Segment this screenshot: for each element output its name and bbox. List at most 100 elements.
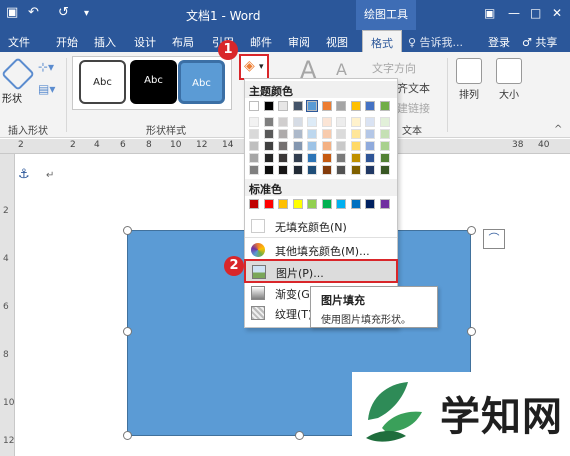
tab-file[interactable]: 文件 (8, 34, 30, 50)
color-swatch[interactable] (379, 117, 390, 127)
resize-handle[interactable] (123, 327, 132, 336)
color-swatch[interactable] (307, 165, 317, 175)
tab-format[interactable]: 格式 (362, 30, 402, 52)
color-swatch[interactable] (263, 165, 274, 175)
no-fill-item[interactable]: 无填充颜色(N) (245, 216, 397, 236)
color-swatch[interactable] (249, 153, 259, 163)
color-swatch[interactable] (249, 141, 259, 151)
text-direction-button[interactable]: 文字方向 (372, 60, 416, 76)
color-swatch[interactable] (350, 141, 361, 151)
tab-layout[interactable]: 布局 (172, 34, 194, 50)
color-swatch[interactable] (306, 100, 318, 112)
color-swatch[interactable] (321, 199, 332, 209)
tab-review[interactable]: 审阅 (288, 34, 310, 50)
color-swatch[interactable] (307, 141, 317, 151)
wordart-a-small[interactable]: A (336, 60, 347, 79)
color-swatch[interactable] (321, 101, 332, 111)
color-swatch[interactable] (336, 129, 346, 139)
share-button[interactable]: ♂ 共享 (522, 34, 557, 50)
color-swatch[interactable] (336, 141, 346, 151)
color-swatch[interactable] (379, 199, 390, 209)
color-swatch[interactable] (278, 101, 288, 111)
tab-design[interactable]: 设计 (134, 34, 156, 50)
layout-options-icon[interactable]: ⌒ (483, 229, 505, 249)
color-swatch[interactable] (263, 117, 274, 127)
color-swatch[interactable] (379, 141, 390, 151)
color-swatch[interactable] (365, 129, 375, 139)
color-swatch[interactable] (379, 129, 390, 139)
color-swatch[interactable] (263, 199, 274, 209)
color-swatch[interactable] (292, 165, 303, 175)
color-swatch[interactable] (365, 165, 375, 175)
color-swatch[interactable] (263, 129, 274, 139)
color-swatch[interactable] (263, 141, 274, 151)
size-button[interactable]: 大小 (496, 58, 522, 101)
tab-mailings[interactable]: 邮件 (250, 34, 272, 50)
ribbon-display-icon[interactable]: ▣ (484, 6, 495, 20)
color-swatch[interactable] (292, 129, 303, 139)
color-swatch[interactable] (321, 153, 332, 163)
resize-handle[interactable] (295, 431, 304, 440)
edit-points-icon[interactable]: ⊹▾ (38, 60, 54, 74)
color-swatch[interactable] (321, 117, 332, 127)
color-swatch[interactable] (336, 101, 346, 111)
color-swatch[interactable] (336, 117, 346, 127)
color-swatch[interactable] (249, 117, 259, 127)
maximize-icon[interactable]: □ (530, 6, 541, 20)
color-swatch[interactable] (278, 141, 288, 151)
color-swatch[interactable] (365, 141, 375, 151)
color-swatch[interactable] (350, 101, 361, 111)
color-swatch[interactable] (249, 165, 259, 175)
resize-handle[interactable] (467, 226, 476, 235)
color-swatch[interactable] (379, 101, 390, 111)
color-swatch[interactable] (249, 199, 259, 209)
tab-insert[interactable]: 插入 (94, 34, 116, 50)
color-swatch[interactable] (278, 199, 288, 209)
redo-icon[interactable]: ↺ (58, 5, 69, 20)
color-swatch[interactable] (321, 165, 332, 175)
create-link-button[interactable]: 建链接 (397, 100, 430, 116)
color-swatch[interactable] (292, 117, 303, 127)
style-sample-white[interactable]: Abc (79, 60, 126, 104)
color-swatch[interactable] (307, 117, 317, 127)
color-swatch[interactable] (365, 153, 375, 163)
more-fill-colors-item[interactable]: 其他填充颜色(M)... (245, 240, 397, 260)
text-box-icon[interactable]: ▤▾ (38, 82, 55, 96)
style-sample-black[interactable]: Abc (130, 60, 177, 104)
color-swatch[interactable] (379, 165, 390, 175)
color-swatch[interactable] (336, 165, 346, 175)
color-swatch[interactable] (292, 141, 303, 151)
color-swatch[interactable] (307, 129, 317, 139)
color-swatch[interactable] (249, 129, 259, 139)
tab-home[interactable]: 开始 (56, 34, 78, 50)
color-swatch[interactable] (350, 129, 361, 139)
shape-fill-button[interactable]: ◈ ▾ (239, 54, 269, 80)
color-swatch[interactable] (365, 101, 375, 111)
customize-toolbar-icon[interactable]: ▾ (84, 8, 89, 19)
color-swatch[interactable] (321, 129, 332, 139)
color-swatch[interactable] (365, 117, 375, 127)
color-swatch[interactable] (292, 153, 303, 163)
color-swatch[interactable] (278, 129, 288, 139)
tab-view[interactable]: 视图 (326, 34, 348, 50)
save-icon[interactable]: ▣ (6, 5, 18, 20)
color-swatch[interactable] (336, 199, 346, 209)
color-swatch[interactable] (307, 199, 317, 209)
color-swatch[interactable] (263, 153, 274, 163)
resize-handle[interactable] (467, 327, 476, 336)
color-swatch[interactable] (292, 199, 303, 209)
edit-shape-button[interactable]: 形状 (1, 57, 35, 105)
color-swatch[interactable] (365, 199, 375, 209)
resize-handle[interactable] (123, 431, 132, 440)
color-swatch[interactable] (379, 153, 390, 163)
color-swatch[interactable] (336, 153, 346, 163)
color-swatch[interactable] (307, 153, 317, 163)
color-swatch[interactable] (278, 117, 288, 127)
align-text-button[interactable]: 齐文本 (397, 80, 430, 96)
color-swatch[interactable] (350, 199, 361, 209)
color-swatch[interactable] (350, 165, 361, 175)
undo-icon[interactable]: ↶ (28, 5, 39, 20)
color-swatch[interactable] (278, 153, 288, 163)
arrange-button[interactable]: 排列 (456, 58, 482, 101)
close-icon[interactable]: ✕ (552, 6, 562, 20)
